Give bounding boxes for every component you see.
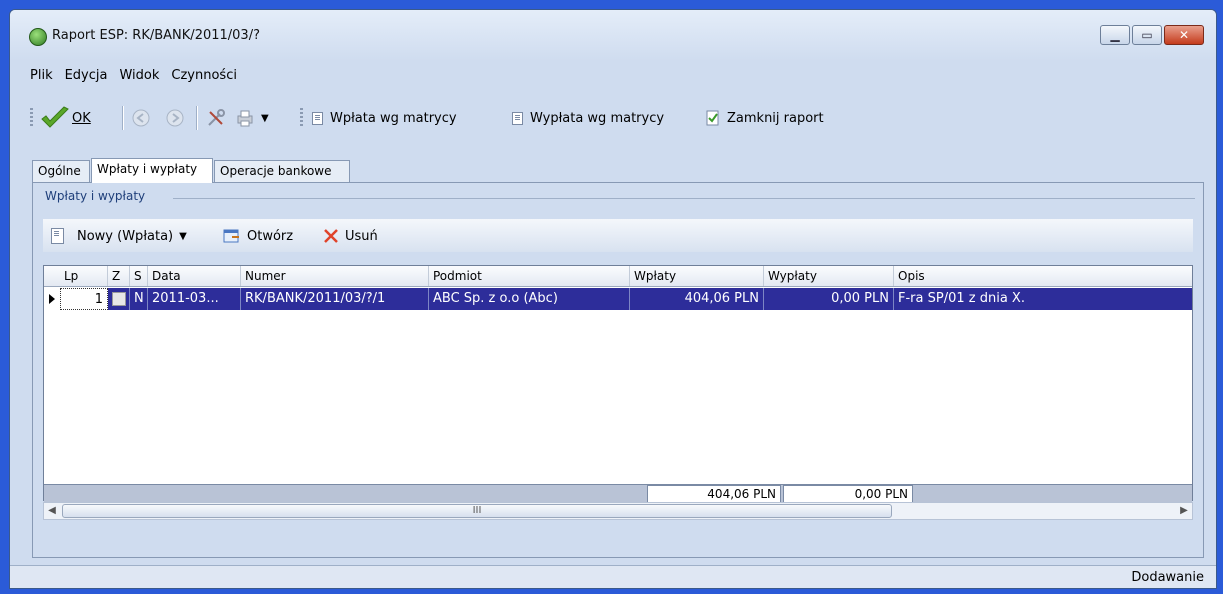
wyplata-matrycy-button[interactable]: Wypłata wg matrycy xyxy=(512,102,664,134)
zamknij-raport-button[interactable]: Zamknij raport xyxy=(705,102,824,134)
toolbar-grip[interactable] xyxy=(30,108,33,128)
chevron-down-icon[interactable]: ▼ xyxy=(179,231,187,242)
printer-icon xyxy=(237,110,253,127)
chevron-down-icon[interactable]: ▼ xyxy=(261,113,269,124)
document-icon xyxy=(312,111,323,125)
row-indicator xyxy=(44,288,60,310)
close-button[interactable]: ✕ xyxy=(1164,25,1204,45)
cell-podmiot[interactable]: ABC Sp. z o.o (Abc) xyxy=(429,288,630,310)
arrow-left-icon xyxy=(132,109,150,127)
toolbar-grip[interactable] xyxy=(300,108,303,128)
new-label: Nowy (Wpłata) xyxy=(77,228,174,244)
tab-ogolne[interactable]: Ogólne xyxy=(32,160,90,182)
menu-plik[interactable]: Plik xyxy=(30,68,53,88)
print-button[interactable]: ▼ xyxy=(235,102,269,134)
column-header-podmiot[interactable]: Podmiot xyxy=(429,266,630,286)
column-header-opis[interactable]: Opis xyxy=(894,266,1194,286)
window-title: Raport ESP: RK/BANK/2011/03/? xyxy=(52,28,260,43)
menu-czynnosci[interactable]: Czynności xyxy=(171,68,237,88)
grid-toolbar: Nowy (Wpłata) ▼ Otwórz Usuń xyxy=(43,219,1193,252)
menu-edycja[interactable]: Edycja xyxy=(65,68,108,88)
tab-wplaty-label: Wpłaty i wypłaty xyxy=(97,162,198,176)
cell-opis[interactable]: F-ra SP/01 z dnia X. xyxy=(894,288,1194,310)
delete-button[interactable]: Usuń xyxy=(323,228,378,244)
cell-lp[interactable]: 1 xyxy=(60,288,108,310)
new-document-icon xyxy=(51,228,64,244)
cell-data[interactable]: 2011-03... xyxy=(148,288,241,310)
window-controls: ▁ ▭ ✕ xyxy=(1098,25,1204,47)
group-divider xyxy=(173,198,1195,199)
wplata-matrycy-label: Wpłata wg matrycy xyxy=(330,110,457,126)
close-icon: ✕ xyxy=(1178,28,1190,42)
check-document-icon xyxy=(706,110,719,126)
data-grid: Lp Z S Data Numer Podmiot Wpłaty Wypłaty… xyxy=(43,265,1193,503)
scroll-left-icon[interactable]: ◀ xyxy=(44,503,60,519)
tab-wplaty-i-wyplaty[interactable]: Wpłaty i wypłaty xyxy=(91,158,213,183)
checkbox[interactable] xyxy=(112,291,126,306)
tab-operacje-bankowe[interactable]: Operacje bankowe xyxy=(214,160,350,182)
forward-button[interactable] xyxy=(166,102,184,134)
column-header-lp[interactable]: Lp xyxy=(60,266,108,286)
column-header-data[interactable]: Data xyxy=(148,266,241,286)
minimize-icon: ▁ xyxy=(1110,28,1120,42)
status-text: Dodawanie xyxy=(1131,570,1204,585)
tab-ogolne-label: Ogólne xyxy=(38,164,81,178)
main-toolbar: OK ▼ Wpłata wg matrycy Wypłata wg matryc… xyxy=(30,102,1216,134)
arrow-right-icon xyxy=(166,109,184,127)
column-header-numer[interactable]: Numer xyxy=(241,266,429,286)
toolbar-separator xyxy=(196,106,198,130)
column-header-wplaty[interactable]: Wpłaty xyxy=(630,266,764,286)
delete-label: Usuń xyxy=(345,228,378,244)
status-bar: Dodawanie xyxy=(10,565,1216,588)
cell-wplaty[interactable]: 404,06 PLN xyxy=(630,288,764,310)
wplata-matrycy-button[interactable]: Wpłata wg matrycy xyxy=(312,102,457,134)
column-header-z[interactable]: Z xyxy=(108,266,130,286)
cell-wyplaty[interactable]: 0,00 PLN xyxy=(764,288,894,310)
tab-panel: Wpłaty i wypłaty Nowy (Wpłata) ▼ Otwórz xyxy=(32,182,1204,558)
tab-operacje-label: Operacje bankowe xyxy=(220,164,332,178)
title-bar: Raport ESP: RK/BANK/2011/03/? ▁ ▭ ✕ xyxy=(10,10,1216,61)
open-button[interactable]: Otwórz xyxy=(223,228,293,244)
ok-label: OK xyxy=(72,110,91,126)
column-header-wyplaty[interactable]: Wypłaty xyxy=(764,266,894,286)
total-wyplaty: 0,00 PLN xyxy=(783,485,913,503)
wyplata-matrycy-label: Wypłata wg matrycy xyxy=(530,110,665,126)
ok-button[interactable]: OK xyxy=(40,102,91,134)
row-pointer-icon xyxy=(49,294,55,304)
column-header-s[interactable]: S xyxy=(130,266,148,286)
horizontal-scrollbar[interactable]: ◀ III ▶ xyxy=(43,502,1193,520)
grid-footer: 404,06 PLN 0,00 PLN xyxy=(44,484,1192,503)
group-title: Wpłaty i wypłaty xyxy=(45,189,146,203)
open-icon xyxy=(223,229,239,243)
scrollbar-grip: III xyxy=(472,505,482,516)
open-label: Otwórz xyxy=(247,228,294,244)
delete-icon xyxy=(324,229,338,243)
checkmark-icon xyxy=(41,106,69,128)
cell-s[interactable]: N xyxy=(130,288,148,310)
toolbar-separator xyxy=(122,106,124,130)
tools-button[interactable] xyxy=(206,102,226,134)
document-icon xyxy=(512,111,523,125)
menu-bar: Plik Edycja Widok Czynności xyxy=(30,68,249,88)
maximize-icon: ▭ xyxy=(1141,28,1153,42)
cell-numer[interactable]: RK/BANK/2011/03/?/1 xyxy=(241,288,429,310)
maximize-button[interactable]: ▭ xyxy=(1132,25,1162,45)
total-wplaty: 404,06 PLN xyxy=(647,485,781,503)
scroll-right-icon[interactable]: ▶ xyxy=(1176,503,1192,519)
tools-icon xyxy=(208,109,225,126)
new-button[interactable]: Nowy (Wpłata) ▼ xyxy=(51,228,187,244)
zamknij-raport-label: Zamknij raport xyxy=(727,110,824,126)
scrollbar-thumb[interactable]: III xyxy=(62,504,892,518)
back-button[interactable] xyxy=(132,102,150,134)
minimize-button[interactable]: ▁ xyxy=(1100,25,1130,45)
window: Raport ESP: RK/BANK/2011/03/? ▁ ▭ ✕ Plik… xyxy=(9,9,1217,589)
cell-z[interactable] xyxy=(108,288,130,310)
app-icon xyxy=(29,28,47,46)
menu-widok[interactable]: Widok xyxy=(119,68,159,88)
table-row[interactable]: 1 N 2011-03... RK/BANK/2011/03/?/1 ABC S… xyxy=(60,288,1192,310)
grid-header: Lp Z S Data Numer Podmiot Wpłaty Wypłaty… xyxy=(44,266,1192,287)
